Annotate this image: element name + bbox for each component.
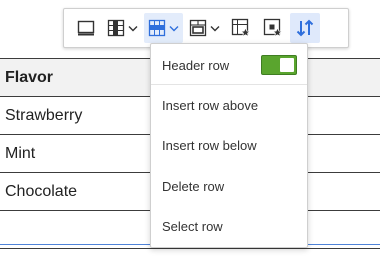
menu-item-label: Insert row above xyxy=(162,97,259,113)
table-cell-properties-icon xyxy=(231,18,251,38)
table-properties-button[interactable] xyxy=(71,13,101,43)
menu-item-label: Delete row xyxy=(162,178,225,194)
chevron-down-icon xyxy=(169,25,179,31)
menu-item-delete-row[interactable]: Delete row xyxy=(151,167,307,205)
menu-item-label: Insert row below xyxy=(162,137,257,153)
column-icon xyxy=(107,19,125,37)
row-icon xyxy=(148,19,166,37)
chevron-down-icon xyxy=(128,25,138,31)
table-properties-icon xyxy=(77,20,95,36)
cell-properties-button[interactable] xyxy=(258,13,288,43)
sort-button[interactable] xyxy=(290,13,320,43)
chevron-down-icon xyxy=(210,25,220,31)
table-cell-properties-button[interactable] xyxy=(226,13,256,43)
menu-item-label: Select row xyxy=(162,218,223,234)
cell-properties-icon xyxy=(263,18,283,38)
merge-cells-icon xyxy=(189,19,207,37)
menu-item-select-row[interactable]: Select row xyxy=(151,207,307,245)
menu-item-header-row[interactable]: Header row xyxy=(151,46,307,84)
menu-item-insert-row-below[interactable]: Insert row below xyxy=(151,126,307,164)
header-row-toggle[interactable] xyxy=(261,55,297,75)
row-dropdown-menu: Header row Insert row above Insert row b… xyxy=(150,43,308,248)
column-dropdown-button[interactable] xyxy=(103,13,142,43)
merge-cells-dropdown-button[interactable] xyxy=(185,13,224,43)
table-toolbar xyxy=(63,8,349,48)
menu-item-label: Header row xyxy=(162,57,230,73)
sort-icon xyxy=(296,19,314,37)
menu-divider xyxy=(151,84,307,85)
toggle-knob xyxy=(280,58,294,72)
menu-item-insert-row-above[interactable]: Insert row above xyxy=(151,86,307,124)
row-dropdown-button[interactable] xyxy=(144,13,183,43)
